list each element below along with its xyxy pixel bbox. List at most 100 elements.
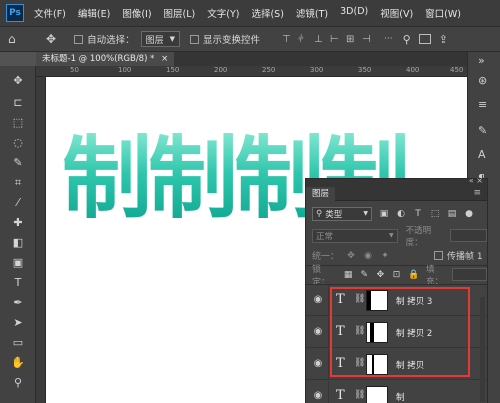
type-filter-icon[interactable]: T (413, 209, 423, 219)
layer-name[interactable]: 制 拷贝 (396, 359, 424, 371)
close-icon[interactable]: × (476, 176, 483, 185)
show-transform-checkbox[interactable] (189, 34, 199, 44)
workspace-icon[interactable] (418, 34, 431, 44)
eye-icon[interactable]: ◉ (312, 390, 324, 402)
layer-mask-thumbnail[interactable] (366, 290, 388, 311)
propagate-frame-checkbox[interactable] (434, 251, 444, 260)
link-icon[interactable]: ⛓ (354, 294, 365, 304)
blend-mode-value: 正常 (316, 231, 334, 242)
layer-filter-dropdown[interactable]: ⚲ 类型 ▼ (312, 206, 372, 221)
lasso-tool-icon[interactable]: ◌ (8, 134, 28, 152)
auto-select-checkbox[interactable] (74, 34, 84, 44)
link-icon[interactable]: ⛓ (354, 390, 365, 400)
crop-tool-icon[interactable]: ⌗ (8, 174, 28, 192)
layer-row[interactable]: ◉ T ⛓ 制 拷贝 2 (306, 317, 487, 348)
marquee-tool-icon[interactable]: ⬚ (8, 114, 28, 132)
quick-select-tool-icon[interactable]: ✎ (8, 154, 28, 172)
align-left-icon[interactable]: ⊢ (330, 34, 346, 45)
menu-window[interactable]: 窗口(W) (425, 6, 461, 20)
layer-row[interactable]: ◉ T ⛓ 制 拷贝 3 (306, 285, 487, 316)
blend-row: 正常 ▼ 不透明度： (312, 226, 487, 248)
auto-select-label: 自动选择： (87, 35, 135, 46)
document-tab[interactable]: 未标题-1 @ 100%(RGB/8) * × (36, 52, 175, 66)
unify-style-icon[interactable]: ✦ (380, 251, 390, 261)
home-icon[interactable]: ⌂ (8, 32, 22, 46)
filter-toggle-icon[interactable]: ● (464, 209, 474, 219)
eye-icon[interactable]: ◉ (312, 294, 324, 306)
eraser-tool-icon[interactable]: ◧ (8, 234, 28, 252)
layer-mask-thumbnail[interactable] (366, 322, 388, 343)
unify-label: 统一： (312, 252, 340, 262)
move-tool-icon[interactable]: ✥ (8, 72, 28, 90)
search-icon[interactable]: ⚲ (403, 33, 411, 46)
character-panel-icon[interactable]: A (478, 148, 486, 161)
opacity-label: 不透明度： (405, 225, 432, 248)
menu-select[interactable]: 选择(S) (251, 6, 283, 20)
artboard-tool-icon[interactable]: ⊏ (8, 94, 28, 112)
shape-filter-icon[interactable]: ⬚ (430, 209, 440, 219)
collapse-icon[interactable]: » (478, 54, 485, 67)
menu-layer[interactable]: 图层(L) (164, 6, 196, 20)
smart-object-filter-icon[interactable]: ▤ (447, 209, 457, 219)
layer-row[interactable]: ◉ T ⛓ 制 拷贝 (306, 349, 487, 380)
menu-filter[interactable]: 滤镜(T) (296, 6, 328, 20)
zoom-tool-icon[interactable]: ⚲ (8, 374, 28, 392)
link-icon[interactable]: ⛓ (354, 358, 365, 368)
path-select-tool-icon[interactable]: ➤ (8, 314, 28, 332)
history-icon[interactable]: ⊛ (478, 74, 487, 87)
menu-edit[interactable]: 编辑(E) (78, 6, 110, 20)
fill-field[interactable] (452, 268, 488, 281)
gradient-tool-icon[interactable]: ▣ (8, 254, 28, 272)
blend-mode-dropdown[interactable]: 正常 ▼ (312, 228, 398, 243)
brush-settings-icon[interactable]: ✎ (478, 124, 487, 137)
align-top-icon[interactable]: ⊤ (282, 34, 298, 45)
align-bottom-icon[interactable]: ⊥ (314, 34, 330, 45)
lock-pixels-icon[interactable]: ✎ (360, 270, 369, 280)
panel-collapse-controls[interactable]: « × (469, 176, 483, 185)
healing-brush-icon[interactable]: ✚ (8, 214, 28, 232)
layer-name[interactable]: 制 拷贝 2 (396, 327, 432, 339)
align-middle-icon[interactable]: ⫩ (298, 34, 314, 45)
layer-mask-thumbnail[interactable] (366, 354, 388, 375)
menu-view[interactable]: 视图(V) (380, 6, 413, 20)
eyedropper-tool-icon[interactable]: ⁄ (8, 194, 28, 212)
rectangle-tool-icon[interactable]: ▭ (8, 334, 28, 352)
align-right-icon[interactable]: ⊣ (362, 34, 378, 45)
ruler-mark: 450 (450, 66, 464, 74)
layer-mask-thumbnail[interactable] (366, 386, 388, 403)
tab-layers[interactable]: 图层 (306, 187, 336, 201)
lock-all-icon[interactable]: 🔒 (408, 270, 419, 280)
eye-icon[interactable]: ◉ (312, 358, 324, 370)
auto-select-dropdown[interactable]: 图层 ▼ (140, 31, 180, 47)
unify-position-icon[interactable]: ✥ (346, 251, 356, 261)
layer-name[interactable]: 制 (396, 391, 405, 403)
layer-row[interactable]: ◉ T ⛓ 制 (306, 381, 487, 403)
menu-type[interactable]: 文字(Y) (207, 6, 239, 20)
collapse-icon[interactable]: « (469, 176, 474, 185)
layers-scrollbar[interactable] (480, 297, 485, 402)
top-ruler: 50 100 150 200 250 300 350 400 450 (36, 66, 467, 77)
unify-visibility-icon[interactable]: ◉ (363, 251, 373, 261)
share-icon[interactable]: ⇪ (439, 33, 448, 46)
menu-3d[interactable]: 3D(D) (340, 6, 368, 20)
menu-file[interactable]: 文件(F) (34, 6, 66, 20)
pixel-filter-icon[interactable]: ▣ (379, 209, 389, 219)
lock-transparency-icon[interactable]: ▦ (344, 270, 353, 280)
close-icon[interactable]: × (161, 54, 168, 64)
link-icon[interactable]: ⛓ (354, 326, 365, 336)
panel-menu-icon[interactable]: ≡ (473, 188, 481, 198)
align-center-icon[interactable]: ⊞ (346, 34, 362, 45)
lock-position-icon[interactable]: ✥ (376, 270, 385, 280)
layer-name[interactable]: 制 拷贝 3 (396, 295, 432, 307)
lock-artboard-icon[interactable]: ⊡ (392, 270, 401, 280)
menu-image[interactable]: 图像(I) (122, 6, 151, 20)
type-tool-icon[interactable]: T (8, 274, 28, 292)
opacity-field[interactable] (450, 229, 487, 242)
pen-tool-icon[interactable]: ✒ (8, 294, 28, 312)
adjustment-filter-icon[interactable]: ◐ (396, 209, 406, 219)
more-options[interactable]: ··· (384, 34, 393, 44)
move-tool-icon[interactable]: ✥ (46, 32, 56, 46)
properties-icon[interactable]: ≡ (478, 98, 487, 111)
eye-icon[interactable]: ◉ (312, 326, 324, 338)
hand-tool-icon[interactable]: ✋ (8, 354, 28, 372)
